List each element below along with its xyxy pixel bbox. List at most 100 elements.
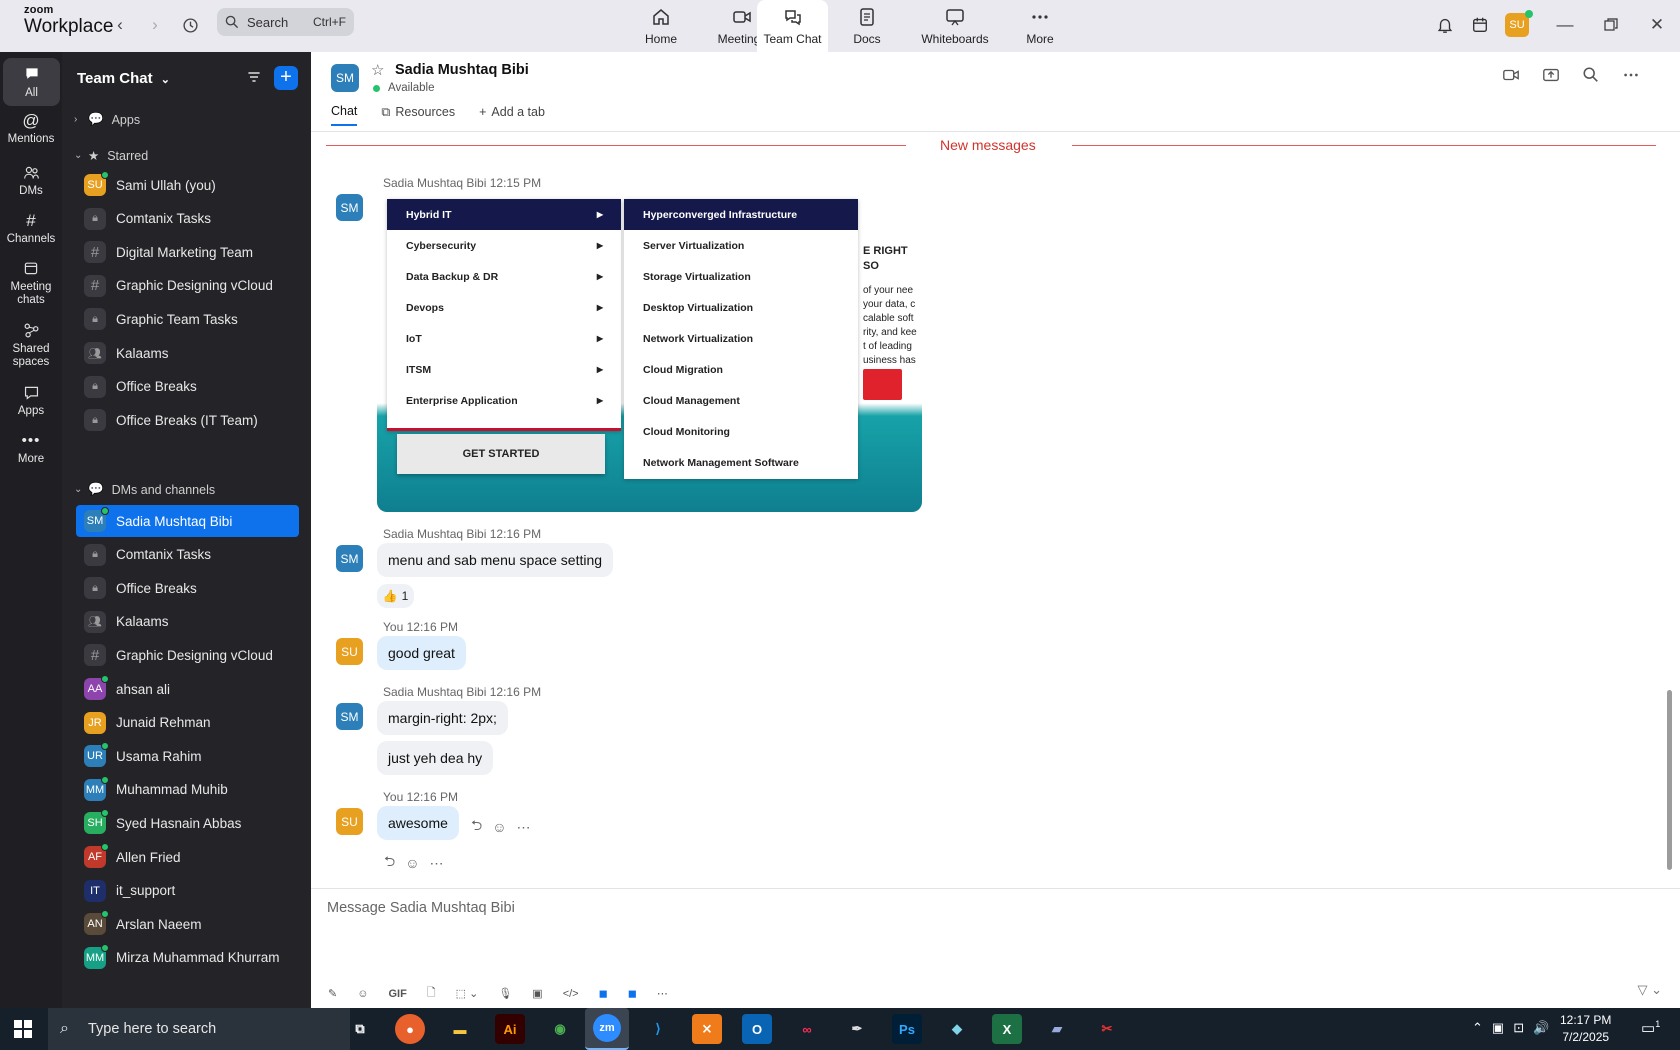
- more-dots-icon[interactable]: [1622, 66, 1640, 84]
- network-icon[interactable]: ⊡: [1513, 1020, 1524, 1036]
- chat-scrollbar[interactable]: [1667, 690, 1672, 870]
- section-dms-channels[interactable]: ⌄ 💬 DMs and channels: [74, 482, 215, 497]
- app-diamond-icon[interactable]: ◆: [942, 1014, 972, 1044]
- filter-icon[interactable]: [246, 69, 262, 88]
- send-options-icon[interactable]: ▽ ⌄: [1637, 982, 1662, 998]
- tab-add[interactable]: + Add a tab: [479, 104, 545, 126]
- reply-icon[interactable]: ⮌: [384, 851, 395, 875]
- gif-icon[interactable]: GIF: [388, 988, 406, 1000]
- search-input[interactable]: Search Ctrl+F: [217, 8, 354, 36]
- add-reaction-icon[interactable]: ☺: [492, 819, 506, 835]
- tab-docs[interactable]: Docs: [832, 0, 902, 52]
- sidebar-item[interactable]: AF Allen Fried: [76, 841, 299, 873]
- search-icon[interactable]: [1582, 66, 1600, 84]
- sidebar-item[interactable]: 🔒︎ Office Breaks (IT Team): [76, 404, 299, 436]
- composer-input[interactable]: Message Sadia Mushtaq Bibi: [327, 900, 515, 916]
- sidebar-item[interactable]: 🔒︎ Comtanix Tasks: [76, 203, 299, 235]
- forward-arrow-icon[interactable]: ›: [143, 13, 167, 37]
- sender-avatar[interactable]: SU: [336, 808, 363, 835]
- attach-file-icon[interactable]: 🗋: [427, 984, 436, 1003]
- sidebar-item[interactable]: IT it_support: [76, 875, 299, 907]
- windows-start-icon[interactable]: [14, 1020, 32, 1041]
- pen-tool-icon[interactable]: ✒: [842, 1014, 872, 1044]
- snipping-tool-icon[interactable]: ✂: [1092, 1014, 1122, 1044]
- rail-item-mentions[interactable]: @ Mentions: [0, 110, 62, 146]
- rail-item-channels[interactable]: # Channels: [0, 210, 62, 246]
- volume-icon[interactable]: 🔊: [1533, 1020, 1549, 1036]
- sidebar-item[interactable]: SM Sadia Mushtaq Bibi: [76, 505, 299, 537]
- audio-message-icon[interactable]: 🎙: [498, 987, 512, 1000]
- add-reaction-icon[interactable]: ☺: [405, 855, 419, 871]
- sender-avatar[interactable]: SM: [336, 545, 363, 572]
- chevron-up-icon[interactable]: ⌃: [1472, 1020, 1483, 1036]
- sidebar-item[interactable]: SU Sami Ullah (you): [76, 169, 299, 201]
- message-bubble[interactable]: menu and sab menu space setting: [377, 543, 614, 577]
- xampp-icon[interactable]: ⨯: [692, 1014, 722, 1044]
- emoji-icon[interactable]: ☺: [357, 988, 368, 1000]
- sidebar-item[interactable]: # Digital Marketing Team: [76, 236, 299, 268]
- sidebar-item[interactable]: MM Mirza Muhammad Khurram: [76, 942, 299, 974]
- sidebar-item[interactable]: # Graphic Designing vCloud: [76, 639, 299, 671]
- notes-app-icon[interactable]: ▰: [1042, 1014, 1072, 1044]
- sidebar-item[interactable]: AN Arslan Naeem: [76, 908, 299, 940]
- sidebar-item[interactable]: AA ahsan ali: [76, 673, 299, 705]
- tab-team-chat[interactable]: Team Chat: [757, 0, 828, 52]
- rail-item-all[interactable]: All: [3, 58, 60, 106]
- star-icon[interactable]: ☆: [371, 61, 384, 79]
- minimize-icon[interactable]: —: [1553, 13, 1577, 37]
- zoom-app-icon[interactable]: zm: [585, 1008, 629, 1050]
- message-bubble[interactable]: awesome: [377, 806, 459, 840]
- sidebar-item[interactable]: SH Syed Hasnain Abbas: [76, 807, 299, 839]
- more-dots-icon[interactable]: ⋯: [430, 855, 444, 872]
- image-attachment[interactable]: E RIGHT SO of your nee your data, c calabl…: [377, 192, 922, 512]
- screenshot-icon[interactable]: ⬚ ⌄: [456, 987, 479, 1000]
- tab-whiteboards[interactable]: Whiteboards: [912, 0, 998, 52]
- rail-item-apps[interactable]: Apps: [0, 382, 62, 418]
- share-screen-icon[interactable]: [1542, 66, 1560, 84]
- rail-item-meeting-chats[interactable]: Meeting chats: [0, 258, 62, 307]
- firefox-icon[interactable]: ●: [395, 1014, 425, 1044]
- outlook-icon[interactable]: O: [742, 1014, 772, 1044]
- user-avatar[interactable]: SU: [1505, 10, 1533, 37]
- rail-item-more[interactable]: ••• More: [0, 430, 62, 466]
- message-bubble[interactable]: good great: [377, 636, 466, 670]
- contact-name[interactable]: Sadia Mushtaq Bibi: [395, 62, 529, 78]
- creative-cloud-icon[interactable]: ∞: [792, 1014, 822, 1044]
- sidebar-item[interactable]: 🔒︎ Graphic Team Tasks: [76, 303, 299, 335]
- section-apps[interactable]: › 💬 Apps: [74, 112, 140, 127]
- contact-avatar[interactable]: SM: [331, 64, 359, 92]
- back-arrow-icon[interactable]: ‹: [108, 13, 132, 37]
- photoshop-icon[interactable]: Ps: [892, 1014, 922, 1044]
- tab-home[interactable]: Home: [626, 0, 696, 52]
- video-call-icon[interactable]: [1502, 66, 1520, 84]
- taskbar-clock[interactable]: 12:17 PM 7/2/2025: [1560, 1012, 1611, 1046]
- more-dots-icon[interactable]: ⋯: [517, 819, 531, 836]
- excel-icon[interactable]: X: [992, 1014, 1022, 1044]
- sidebar-item[interactable]: UR Usama Rahim: [76, 740, 299, 772]
- sidebar-item[interactable]: # Graphic Designing vCloud: [76, 270, 299, 302]
- format-text-icon[interactable]: ✎: [328, 987, 337, 1000]
- app-icon-2[interactable]: ◼: [628, 987, 637, 1000]
- calendar-icon[interactable]: [1468, 13, 1492, 37]
- close-icon[interactable]: ✕: [1645, 13, 1669, 37]
- sidebar-item[interactable]: MM Muhammad Muhib: [76, 774, 299, 806]
- sidebar-item[interactable]: JR Junaid Rehman: [76, 707, 299, 739]
- sidebar-title[interactable]: Team Chat ⌄: [77, 70, 170, 87]
- sidebar-item[interactable]: 🔒︎ Comtanix Tasks: [76, 539, 299, 571]
- sidebar-item[interactable]: 👥︎ Kalaams: [76, 337, 299, 369]
- section-starred[interactable]: ⌄ ★ Starred: [74, 148, 148, 164]
- tab-more[interactable]: More: [1005, 0, 1075, 52]
- history-icon[interactable]: [178, 13, 202, 37]
- message-bubble[interactable]: just yeh dea hy: [377, 741, 494, 775]
- code-snippet-icon[interactable]: </>: [563, 988, 579, 1000]
- vscode-icon[interactable]: ⟩: [643, 1014, 673, 1044]
- rail-item-shared-spaces[interactable]: Shared spaces: [0, 320, 62, 369]
- sidebar-item[interactable]: 🔒︎ Office Breaks: [76, 572, 299, 604]
- taskbar-search-input[interactable]: ⌕ Type here to search: [48, 1008, 350, 1050]
- more-dots-icon[interactable]: ⋯: [657, 987, 668, 1000]
- tray-app-icon[interactable]: ▣: [1492, 1020, 1504, 1036]
- sidebar-item[interactable]: 👥︎ Kalaams: [76, 606, 299, 638]
- sidebar-item[interactable]: 🔒︎ Office Breaks: [76, 371, 299, 403]
- rail-item-dms[interactable]: DMs: [0, 162, 62, 198]
- sender-avatar[interactable]: SM: [336, 194, 363, 221]
